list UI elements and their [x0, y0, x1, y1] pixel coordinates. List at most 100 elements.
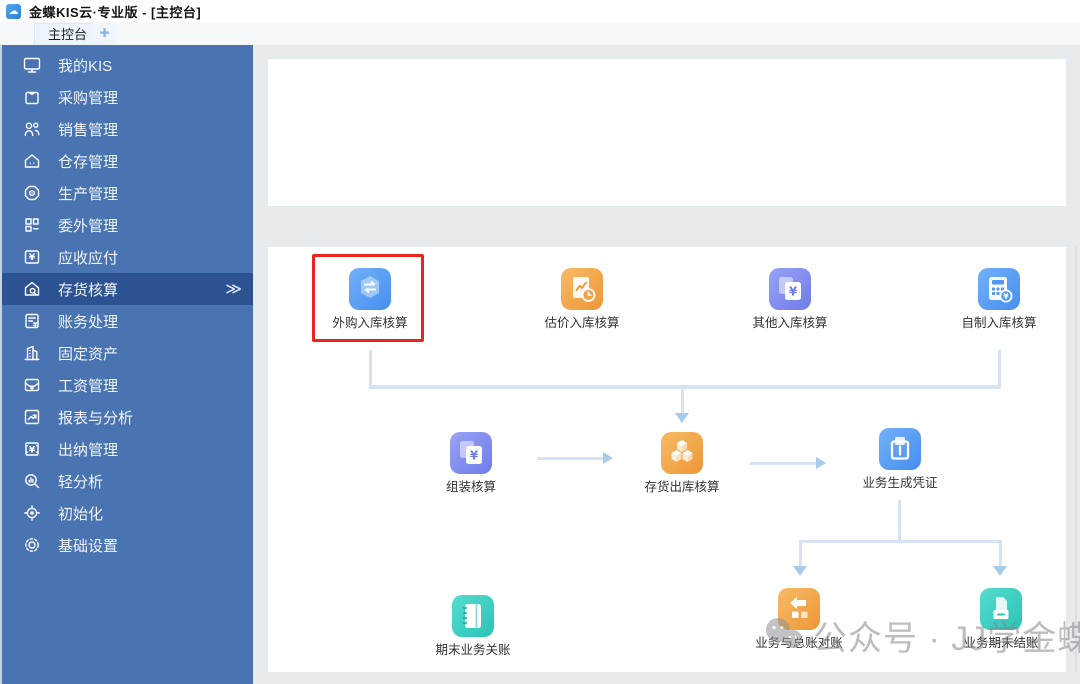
sidebar-item-warehouse[interactable]: 仓存管理 [2, 145, 253, 177]
flow-node-label: 其他入库核算 [752, 316, 828, 330]
tab-bar: 主控台 ✚ [0, 22, 1080, 45]
sidebar-item-purchase[interactable]: 采购管理 [2, 81, 253, 113]
connector-horizontal-bottom [799, 540, 1002, 543]
svg-text:¥: ¥ [33, 321, 38, 329]
building-icon [22, 343, 42, 363]
tab-main-console[interactable]: 主控台 [34, 23, 102, 45]
sidebar-item-label: 存货核算 [58, 281, 119, 299]
gear-icon [22, 535, 42, 555]
sidebar-item-bookkeeping[interactable]: ¥ 账务处理 [2, 305, 253, 337]
sidebar-item-initialization[interactable]: 初始化 [2, 497, 253, 529]
connector-stub-right [998, 350, 1001, 387]
calculator-icon: ¥ [978, 268, 1020, 310]
yen-box-icon: ¥ [22, 439, 42, 459]
connector-down-center [681, 387, 684, 413]
sidebar-item-sales[interactable]: 销售管理 [2, 113, 253, 145]
flow-node-estimated-inbound[interactable]: 估价入库核算 [522, 268, 642, 331]
sidebar-item-label: 委外管理 [58, 217, 119, 235]
flow-node-label: 估价入库核算 [544, 316, 620, 330]
sidebar-item-label: 初始化 [58, 505, 104, 523]
sidebar-item-label: 固定资产 [58, 345, 119, 363]
sidebar-item-label: 出纳管理 [58, 441, 119, 459]
arrowhead-down-icon [793, 566, 807, 576]
double-chevron-right-icon[interactable]: ≫ [225, 279, 242, 299]
connector-stub-left [369, 350, 372, 387]
svg-text:¥: ¥ [29, 253, 36, 263]
sidebar-item-label: 账务处理 [58, 313, 119, 331]
sidebar-item-reports-analysis[interactable]: 报表与分析 [2, 401, 253, 433]
monitor-icon [22, 55, 42, 75]
ledger-yen-icon: ¥ [22, 311, 42, 331]
yen-docs-icon: ¥ [450, 432, 492, 474]
connector-down-settlement [999, 540, 1002, 568]
warehouse-house-icon [22, 151, 42, 171]
window-title: 金蝶KIS云·专业版 - [主控台] [29, 4, 202, 20]
arrowhead-down-icon [675, 413, 689, 423]
arrowhead-right-icon [603, 452, 613, 464]
sidebar-item-fixed-assets[interactable]: 固定资产 [2, 337, 253, 369]
svg-text:¥: ¥ [470, 449, 479, 463]
people-icon [22, 119, 42, 139]
reconcile-arrow-icon [778, 588, 820, 630]
yen-docs-icon: ¥ [769, 268, 811, 310]
flow-node-label: 业务生成凭证 [862, 476, 938, 490]
arrowhead-down-icon [993, 566, 1007, 576]
svg-text:¥: ¥ [30, 384, 35, 392]
yen-card-icon: ¥ [22, 247, 42, 267]
flow-node-label: 存货出库核算 [644, 480, 720, 494]
svg-text:¥: ¥ [1003, 292, 1009, 301]
stacked-boxes-icon [661, 432, 703, 474]
flow-node-business-gl-reconciliation[interactable]: 业务与总账对账 [739, 588, 859, 651]
target-icon [22, 503, 42, 523]
connector-down-reconcile [799, 540, 802, 568]
flow-node-other-inbound[interactable]: ¥ 其他入库核算 [730, 268, 850, 331]
connector-horizontal-top [369, 385, 1001, 389]
flow-node-period-end-settlement[interactable]: 业务期末结账 [941, 588, 1061, 651]
closing-doc-icon [980, 588, 1022, 630]
sidebar-item-light-analysis[interactable]: 轻分析 [2, 465, 253, 497]
search-chart-icon [22, 471, 42, 491]
sidebar-item-label: 基础设置 [58, 537, 119, 555]
connector-voucher-down [898, 500, 901, 542]
sidebar-item-outsourcing[interactable]: 委外管理 [2, 209, 253, 241]
cloud-icon: ☁ [6, 3, 21, 19]
grid-boxes-icon [22, 215, 42, 235]
sidebar-item-label: 销售管理 [58, 121, 119, 139]
plus-icon[interactable]: ✚ [93, 23, 116, 44]
flow-node-label: 组装核算 [445, 480, 496, 494]
sidebar-item-my-kis[interactable]: 我的KIS [2, 49, 253, 81]
flow-node-period-end-close-business[interactable]: 期末业务关账 [413, 595, 533, 658]
shopping-bag-icon [22, 87, 42, 107]
flow-node-label: 业务与总账对账 [755, 636, 843, 650]
sidebar-item-label: 轻分析 [58, 473, 104, 491]
arrowhead-right-icon [816, 457, 826, 469]
top-panel [268, 59, 1066, 206]
sidebar-item-label: 仓存管理 [58, 153, 119, 171]
sidebar-item-label: 报表与分析 [58, 409, 134, 427]
highlight-red-box [312, 254, 424, 342]
sidebar-item-label: 工资管理 [58, 377, 119, 395]
flow-node-label: 自制入库核算 [961, 316, 1037, 330]
flow-node-label: 期末业务关账 [435, 643, 511, 657]
estimate-doc-icon [561, 268, 603, 310]
sidebar-item-ar-ap[interactable]: ¥ 应收应付 [2, 241, 253, 273]
title-bar: ☁ 金蝶KIS云·专业版 - [主控台] [0, 0, 1080, 22]
sidebar-item-label: 生产管理 [58, 185, 119, 203]
house-search-icon [22, 279, 42, 299]
gear-octagon-icon [22, 183, 42, 203]
sidebar-item-cashier[interactable]: ¥ 出纳管理 [2, 433, 253, 465]
voucher-card-icon [879, 428, 921, 470]
notebook-icon [452, 595, 494, 637]
sidebar-item-payroll[interactable]: ¥ 工资管理 [2, 369, 253, 401]
sidebar-item-label: 采购管理 [58, 89, 119, 107]
sidebar-item-label: 应收应付 [58, 249, 119, 267]
flow-node-self-made-inbound[interactable]: ¥ 自制入库核算 [939, 268, 1059, 331]
svg-text:¥: ¥ [789, 285, 798, 299]
sidebar-item-inventory-accounting[interactable]: 存货核算 ≫ [2, 273, 253, 305]
flow-node-voucher-generation[interactable]: 业务生成凭证 [840, 428, 960, 491]
sidebar-item-basic-settings[interactable]: 基础设置 [2, 529, 253, 561]
sidebar-item-production[interactable]: 生产管理 [2, 177, 253, 209]
flow-node-assembly[interactable]: ¥ 组装核算 [411, 432, 531, 495]
sidebar: 我的KIS 采购管理 销售管理 仓存管理 生产管理 委外管理 ¥ 应收应付 存货… [0, 45, 253, 684]
flow-node-stock-outbound[interactable]: 存货出库核算 [622, 432, 742, 495]
